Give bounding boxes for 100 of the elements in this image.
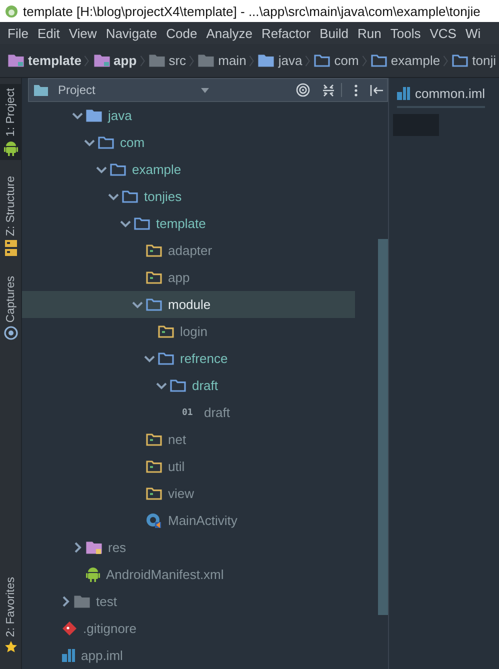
star-icon <box>4 641 16 653</box>
folder-icon <box>134 217 150 230</box>
folder-icon <box>452 54 468 67</box>
chevron-down-icon[interactable] <box>120 220 131 228</box>
scrollbar[interactable] <box>378 239 388 615</box>
tree-row[interactable]: res <box>22 534 355 561</box>
tree-row[interactable]: example <box>22 156 355 183</box>
chevron-down-icon[interactable] <box>72 112 83 120</box>
folder-icon <box>146 298 162 311</box>
tool-window-tab[interactable]: 1: Project <box>0 84 21 160</box>
folder-icon <box>122 190 138 203</box>
menu-item[interactable]: Analyze <box>202 26 257 40</box>
menu-item[interactable]: Wi <box>460 26 486 40</box>
tree-item-label: com <box>120 135 145 150</box>
hide-panel-icon[interactable] <box>370 84 383 96</box>
menu-item[interactable]: Run <box>353 26 386 40</box>
tree-row[interactable]: .gitignore <box>22 615 355 642</box>
tree-item-label: .gitignore <box>83 621 136 636</box>
tree-row[interactable]: view <box>22 480 355 507</box>
breadcrumb-item[interactable]: com <box>334 53 359 68</box>
more-options-icon[interactable] <box>354 84 358 96</box>
tree-item-label: adapter <box>168 243 212 258</box>
tree-item-label: example <box>132 162 182 177</box>
folder-icon <box>74 595 90 608</box>
chevron-right-icon[interactable] <box>74 542 82 553</box>
tree-item-label: test <box>96 594 117 609</box>
tree-row[interactable]: refrence <box>22 345 355 372</box>
folder-icon <box>8 54 24 67</box>
breadcrumb-item[interactable]: main <box>218 53 246 68</box>
tree-row[interactable]: login <box>22 318 355 345</box>
tree-item-label: net <box>168 432 186 447</box>
breadcrumb-item[interactable]: app <box>114 53 137 68</box>
breadcrumb-item[interactable]: java <box>278 53 302 68</box>
tree-item-label: tonjies <box>144 189 182 204</box>
tool-window-tab[interactable]: Captures <box>0 272 21 344</box>
panel-title[interactable]: Project <box>58 83 96 97</box>
tree-row[interactable]: 01 draft <box>22 399 355 426</box>
tree-item-label: app.iml <box>81 648 123 663</box>
tree-row[interactable]: test <box>22 588 355 615</box>
folder-icon <box>158 352 174 365</box>
chevron-down-icon[interactable] <box>132 300 143 308</box>
folder-icon <box>98 136 114 149</box>
file-icon <box>397 86 410 100</box>
tree-row[interactable]: util <box>22 453 355 480</box>
tree-row[interactable]: module <box>22 291 355 318</box>
folder-icon <box>86 541 102 554</box>
tree-row[interactable]: app.iml <box>22 642 355 669</box>
tree-row[interactable]: tonjies <box>22 183 355 210</box>
editor-tab[interactable]: common.iml <box>397 80 486 108</box>
tree-row[interactable]: java <box>22 102 355 129</box>
folder-icon <box>146 271 162 284</box>
folder-icon <box>86 109 102 122</box>
tree-row[interactable]: adapter <box>22 237 355 264</box>
collapse-all-icon[interactable] <box>322 84 335 96</box>
folder-icon <box>314 54 330 67</box>
menu-item[interactable]: Build <box>315 26 354 40</box>
diamond-icon <box>62 621 77 636</box>
structure-icon <box>4 240 16 256</box>
menu-item[interactable]: VCS <box>425 26 461 40</box>
menu-item[interactable]: Tools <box>386 26 426 40</box>
folder-icon <box>146 433 162 446</box>
breadcrumb-item[interactable]: src <box>168 53 186 68</box>
file-type-label: 01 <box>182 408 194 418</box>
menu-item[interactable]: Refactor <box>256 26 316 40</box>
folder-icon <box>258 54 274 67</box>
tree-row[interactable]: net <box>22 426 355 453</box>
folder-icon <box>158 325 174 338</box>
breadcrumb-item[interactable]: tonji <box>472 53 496 68</box>
chevron-right-icon[interactable] <box>62 596 70 607</box>
tree-row[interactable]: AndroidManifest.xml <box>22 561 355 588</box>
folder-icon <box>198 54 214 67</box>
chevron-down-icon[interactable] <box>156 382 167 390</box>
tree-row[interactable]: template <box>22 210 355 237</box>
tree-row[interactable]: draft <box>22 372 355 399</box>
chevron-down-icon[interactable] <box>108 192 119 200</box>
tool-window-tab[interactable]: 2: Favorites <box>0 572 21 657</box>
dropdown-caret-icon[interactable] <box>201 88 210 92</box>
tree-item-label: login <box>180 324 208 339</box>
menu-item[interactable]: Navigate <box>101 26 162 40</box>
target-icon[interactable] <box>296 83 310 97</box>
chevron-down-icon[interactable] <box>96 166 107 174</box>
menu-item[interactable]: Code <box>162 26 202 40</box>
tree-item-label: AndroidManifest.xml <box>106 567 224 582</box>
chevron-down-icon[interactable] <box>84 138 95 146</box>
folder-icon <box>146 244 162 257</box>
tree-item-label: refrence <box>180 351 228 366</box>
window-title: template [H:\blog\projectX4\template] - ...\app\src\main\java\com\example\tonjie <box>23 4 480 18</box>
tree-row[interactable]: MainActivity <box>22 507 355 534</box>
folder-icon <box>370 54 387 67</box>
breadcrumb-item[interactable]: example <box>390 53 440 68</box>
menu-item[interactable]: Edit <box>32 26 64 40</box>
chevron-down-icon[interactable] <box>144 354 155 362</box>
tree-item-label: view <box>168 486 194 501</box>
menu-item[interactable]: File <box>3 26 33 40</box>
tree-item-label: draft <box>204 405 230 420</box>
tree-row[interactable]: app <box>22 264 355 291</box>
tool-window-tab[interactable]: Z: Structure <box>0 172 21 260</box>
breadcrumb-item[interactable]: template <box>28 53 82 68</box>
tree-row[interactable]: com <box>22 129 355 156</box>
menu-item[interactable]: View <box>64 26 102 40</box>
